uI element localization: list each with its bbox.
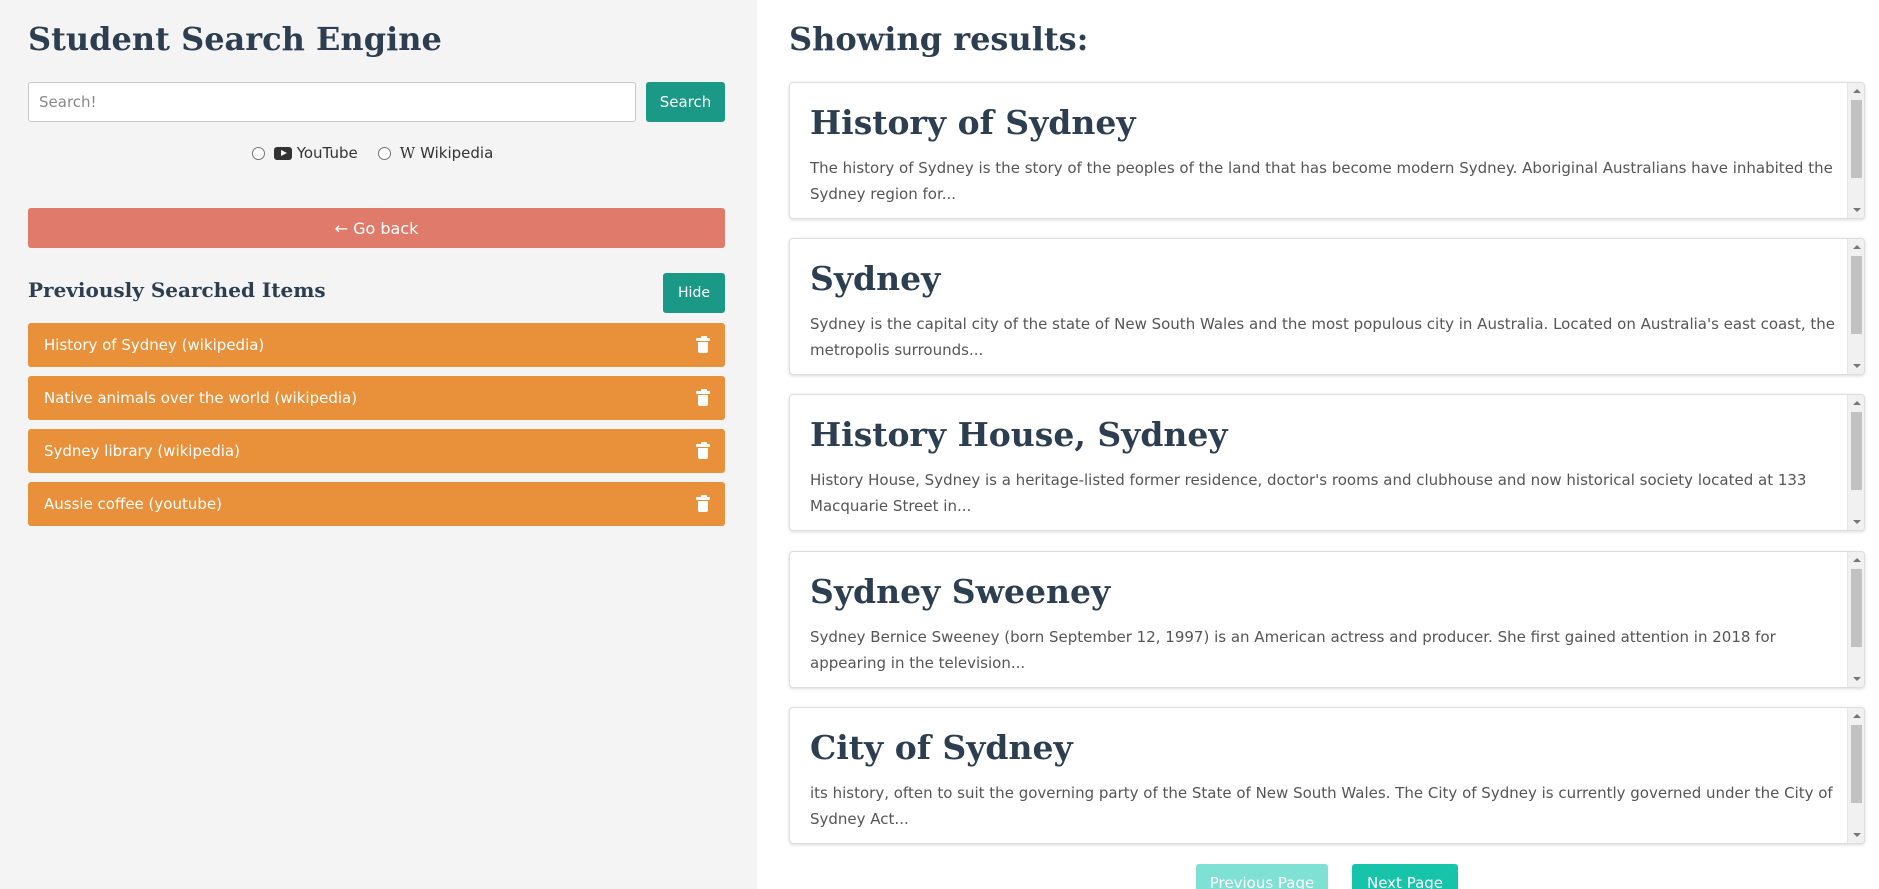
next-page-button[interactable]: Next Page: [1352, 864, 1458, 889]
scroll-down-icon[interactable]: [1853, 520, 1861, 524]
scroll-down-icon[interactable]: [1853, 208, 1861, 212]
go-back-button[interactable]: ← Go back: [28, 208, 725, 248]
result-card[interactable]: History of Sydney The history of Sydney …: [789, 82, 1865, 219]
results-panel: Showing results: History of Sydney The h…: [757, 0, 1879, 889]
scroll-up-icon[interactable]: [1853, 401, 1861, 405]
result-title: History House, Sydney: [810, 415, 1228, 454]
source-option-youtube[interactable]: YouTube: [251, 144, 358, 162]
result-title: History of Sydney: [810, 103, 1136, 142]
result-scrollbar[interactable]: [1847, 552, 1864, 687]
result-scrollbar[interactable]: [1847, 239, 1864, 374]
history-item-label: Native animals over the world (wikipedia…: [44, 389, 358, 407]
search-input[interactable]: [28, 82, 636, 122]
result-description: Sydney Bernice Sweeney (born September 1…: [810, 628, 1776, 672]
trash-icon[interactable]: [696, 335, 710, 353]
history-item[interactable]: Sydney library (wikipedia): [28, 429, 725, 473]
result-description: History House, Sydney is a heritage-list…: [810, 471, 1807, 515]
scroll-up-icon[interactable]: [1853, 714, 1861, 718]
previous-page-button[interactable]: Previous Page: [1196, 864, 1328, 889]
result-title: Sydney: [810, 259, 941, 298]
scroll-down-icon[interactable]: [1853, 364, 1861, 368]
result-scrollbar[interactable]: [1847, 395, 1864, 530]
app-title: Student Search Engine: [28, 20, 442, 58]
history-list: History of Sydney (wikipedia) Native ani…: [28, 323, 725, 535]
trash-icon[interactable]: [696, 388, 710, 406]
search-button[interactable]: Search: [646, 82, 725, 122]
scroll-down-icon[interactable]: [1853, 677, 1861, 681]
result-title: Sydney Sweeney: [810, 572, 1111, 611]
result-scrollbar[interactable]: [1847, 708, 1864, 843]
result-description: its history, often to suit the governing…: [810, 784, 1833, 828]
scroll-down-icon[interactable]: [1853, 833, 1861, 837]
result-card[interactable]: City of Sydney its history, often to sui…: [789, 707, 1865, 844]
youtube-radio[interactable]: [251, 146, 265, 160]
result-title: City of Sydney: [810, 728, 1073, 767]
source-option-wikipedia[interactable]: W Wikipedia: [377, 144, 494, 162]
history-item[interactable]: Aussie coffee (youtube): [28, 482, 725, 526]
result-card[interactable]: Sydney Sydney is the capital city of the…: [789, 238, 1865, 375]
history-item[interactable]: History of Sydney (wikipedia): [28, 323, 725, 367]
scroll-up-icon[interactable]: [1853, 245, 1861, 249]
result-card[interactable]: Sydney Sweeney Sydney Bernice Sweeney (b…: [789, 551, 1865, 688]
results-title: Showing results:: [789, 20, 1089, 58]
wikipedia-icon: W: [399, 144, 416, 162]
youtube-icon: [273, 146, 292, 160]
wikipedia-label: Wikipedia: [420, 144, 494, 162]
history-item[interactable]: Native animals over the world (wikipedia…: [28, 376, 725, 420]
trash-icon[interactable]: [696, 441, 710, 459]
result-scrollbar[interactable]: [1847, 83, 1864, 218]
source-selector: YouTube W Wikipedia: [0, 144, 757, 162]
youtube-label: YouTube: [296, 144, 358, 162]
result-card[interactable]: History House, Sydney History House, Syd…: [789, 394, 1865, 531]
sidebar-panel: Student Search Engine Search YouTube W W…: [0, 0, 757, 889]
scroll-up-icon[interactable]: [1853, 89, 1861, 93]
history-item-label: Sydney library (wikipedia): [44, 442, 240, 460]
wikipedia-radio[interactable]: [377, 146, 391, 160]
result-description: The history of Sydney is the story of th…: [810, 159, 1833, 203]
history-item-label: History of Sydney (wikipedia): [44, 336, 265, 354]
history-item-label: Aussie coffee (youtube): [44, 495, 222, 513]
scroll-up-icon[interactable]: [1853, 558, 1861, 562]
hide-history-button[interactable]: Hide: [663, 273, 725, 313]
result-description: Sydney is the capital city of the state …: [810, 315, 1836, 359]
trash-icon[interactable]: [696, 494, 710, 512]
history-title: Previously Searched Items: [28, 278, 326, 302]
